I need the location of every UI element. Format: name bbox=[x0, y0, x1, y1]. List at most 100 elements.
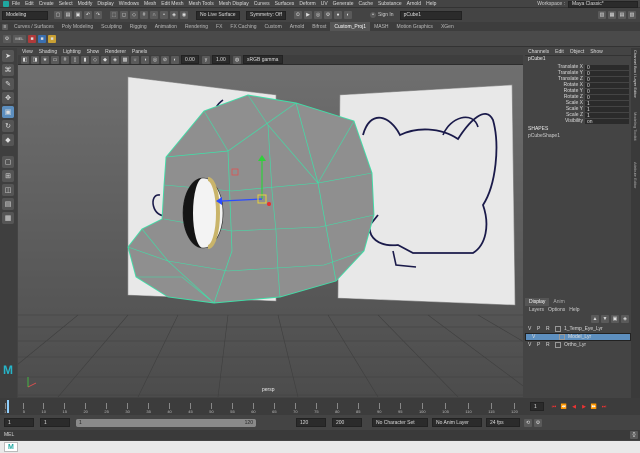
menu-select[interactable]: Select bbox=[59, 1, 73, 7]
shelf-tab-xgen[interactable]: XGen bbox=[437, 22, 458, 31]
animation-end-field[interactable]: 200 bbox=[332, 418, 362, 427]
command-input[interactable] bbox=[22, 431, 616, 439]
channel-value[interactable]: 0 bbox=[585, 76, 629, 83]
channel-visibility[interactable]: Visibility on bbox=[525, 118, 631, 125]
live-surface-field[interactable]: No Live Surface bbox=[196, 10, 240, 20]
layer-display-type-toggle[interactable]: R bbox=[546, 326, 555, 332]
menu-uv[interactable]: UV bbox=[321, 1, 328, 7]
move-layer-down-icon[interactable]: ▼ bbox=[601, 314, 609, 323]
menu-mesh[interactable]: Mesh bbox=[144, 1, 156, 7]
shelf-settings-icon[interactable]: ⚙ bbox=[3, 34, 11, 43]
channel-box-menu-channels[interactable]: Channels bbox=[528, 49, 549, 55]
textured-icon[interactable]: ▩ bbox=[121, 55, 129, 64]
save-scene-icon[interactable]: ▣ bbox=[74, 11, 82, 19]
camera-attributes-icon[interactable]: ◨ bbox=[31, 55, 39, 64]
anim-layer-dropdown[interactable]: No Anim Layer bbox=[432, 418, 482, 427]
menu-mesh-tools[interactable]: Mesh Tools bbox=[189, 1, 214, 7]
go-to-end-icon[interactable]: ⏭ bbox=[600, 403, 608, 411]
move-layer-up-icon[interactable]: ▲ bbox=[591, 314, 599, 323]
viewport-menu-view[interactable]: View bbox=[22, 49, 33, 55]
side-by-side-layout-icon[interactable]: ◫ bbox=[2, 184, 14, 196]
channel-box-menu-object[interactable]: Object bbox=[570, 49, 584, 55]
move-tool-icon[interactable]: ✥ bbox=[2, 92, 14, 104]
snap-point-icon[interactable]: • bbox=[160, 11, 168, 19]
shelf-tab-bifrost[interactable]: Bifrost bbox=[308, 22, 330, 31]
menu-display[interactable]: Display bbox=[97, 1, 113, 7]
shelf-tab-rigging[interactable]: Rigging bbox=[126, 22, 151, 31]
shelf-tool-icon[interactable]: ■ bbox=[48, 34, 56, 43]
snap-grid-icon[interactable]: # bbox=[140, 11, 148, 19]
menu-help[interactable]: Help bbox=[426, 1, 436, 7]
smooth-shade-icon[interactable]: ◆ bbox=[101, 55, 109, 64]
sidebar-tab-modeling-toolkit[interactable]: Modeling Toolkit bbox=[633, 112, 638, 160]
play-forwards-icon[interactable]: ▶ bbox=[580, 403, 588, 411]
shape-node-name[interactable]: pCubeShape1 bbox=[525, 133, 631, 140]
scale-tool-icon[interactable]: ▣ bbox=[2, 106, 14, 118]
viewport-menu-shading[interactable]: Shading bbox=[39, 49, 57, 55]
menu-windows[interactable]: Windows bbox=[119, 1, 139, 7]
menu-edit[interactable]: Edit bbox=[25, 1, 34, 7]
layer-visibility-toggle[interactable]: V bbox=[532, 334, 541, 340]
new-layer-selected-icon[interactable]: ◈ bbox=[621, 314, 629, 323]
menu-create[interactable]: Create bbox=[39, 1, 54, 7]
menu-set-dropdown[interactable]: Modeling bbox=[2, 10, 48, 20]
play-backwards-icon[interactable]: ◀ bbox=[570, 403, 578, 411]
undo-icon[interactable]: ↶ bbox=[84, 11, 92, 19]
shelf-tab-arnold[interactable]: Arnold bbox=[286, 22, 308, 31]
viewport-menu-panels[interactable]: Panels bbox=[132, 49, 147, 55]
layer-row[interactable]: V P R 1_Temp_Eye_Lyr bbox=[525, 325, 631, 333]
symmetry-dropdown[interactable]: Symmetry: Off bbox=[246, 10, 286, 20]
script-editor-icon[interactable]: {} bbox=[630, 431, 638, 439]
current-frame-field[interactable]: 1 bbox=[530, 402, 544, 411]
shelf-tab-custom[interactable]: Custom bbox=[261, 22, 286, 31]
tab-display[interactable]: Display bbox=[525, 298, 550, 306]
isolate-select-icon[interactable]: ◎ bbox=[151, 55, 159, 64]
xray-icon[interactable]: ⊘ bbox=[161, 55, 169, 64]
image-plane-icon[interactable]: ▭ bbox=[51, 55, 59, 64]
render-frame-icon[interactable]: ▶ bbox=[304, 11, 312, 19]
menu-modify[interactable]: Modify bbox=[78, 1, 93, 7]
layer-name[interactable]: 1_Temp_Eye_Lyr bbox=[564, 326, 603, 332]
exposure-icon[interactable]: ◐ bbox=[171, 55, 179, 64]
exposure-field[interactable]: 0.00 bbox=[181, 55, 199, 64]
go-to-start-icon[interactable]: ⏮ bbox=[550, 403, 558, 411]
resolution-gate-icon[interactable]: ▮ bbox=[81, 55, 89, 64]
range-bar[interactable]: 1 120 bbox=[76, 418, 256, 427]
rotate-tool-icon[interactable]: ↻ bbox=[2, 120, 14, 132]
shelf-tab-mash[interactable]: MASH bbox=[370, 22, 392, 31]
shelf-tab-sculpting[interactable]: Sculpting bbox=[97, 22, 126, 31]
taskbar-maya-button[interactable]: M bbox=[4, 442, 18, 452]
channel-value[interactable]: 0 bbox=[585, 70, 629, 77]
wireframe-on-shaded-icon[interactable]: ◈ bbox=[111, 55, 119, 64]
shadows-icon[interactable]: ◑ bbox=[141, 55, 149, 64]
shelf-tab-animation[interactable]: Animation bbox=[151, 22, 181, 31]
channel-value[interactable]: 1 bbox=[585, 100, 629, 107]
open-scene-icon[interactable]: ▤ bbox=[64, 11, 72, 19]
layer-playback-toggle[interactable]: P bbox=[537, 326, 546, 332]
layer-visibility-toggle[interactable]: V bbox=[528, 326, 537, 332]
select-object-icon[interactable]: ◻ bbox=[120, 11, 128, 19]
single-pane-layout-icon[interactable]: ▢ bbox=[2, 156, 14, 168]
render-settings-icon[interactable]: ⚙ bbox=[324, 11, 332, 19]
tool-settings-icon[interactable]: ▤ bbox=[618, 11, 626, 19]
channel-value[interactable]: 0 bbox=[585, 88, 629, 95]
channel-box-menu-edit[interactable]: Edit bbox=[555, 49, 564, 55]
menu-edit-mesh[interactable]: Edit Mesh bbox=[161, 1, 183, 7]
current-time-marker[interactable] bbox=[7, 400, 9, 413]
menu-arnold[interactable]: Arnold bbox=[407, 1, 421, 7]
viewport-menu-lighting[interactable]: Lighting bbox=[63, 49, 81, 55]
viewport-3d[interactable]: persp bbox=[18, 65, 523, 397]
layers-menu[interactable]: Layers bbox=[529, 307, 544, 313]
channel-value[interactable]: on bbox=[585, 118, 629, 125]
menu-curves[interactable]: Curves bbox=[254, 1, 270, 7]
select-component-icon[interactable]: ◇ bbox=[130, 11, 138, 19]
channel-box-object-name[interactable]: pCube1 bbox=[525, 56, 631, 64]
layer-row[interactable]: V Model_Lyr bbox=[525, 333, 631, 341]
channel-value[interactable]: 1 bbox=[585, 106, 629, 113]
menu-substance[interactable]: Substance bbox=[378, 1, 402, 7]
select-hierarchy-icon[interactable]: ⬚ bbox=[110, 11, 118, 19]
sidebar-tab-attribute-editor[interactable]: Attribute Editor bbox=[633, 162, 638, 208]
scene-canvas[interactable] bbox=[18, 65, 523, 397]
attribute-editor-icon[interactable]: ▦ bbox=[608, 11, 616, 19]
workspace-dropdown[interactable]: Maya Classic* bbox=[568, 0, 638, 8]
